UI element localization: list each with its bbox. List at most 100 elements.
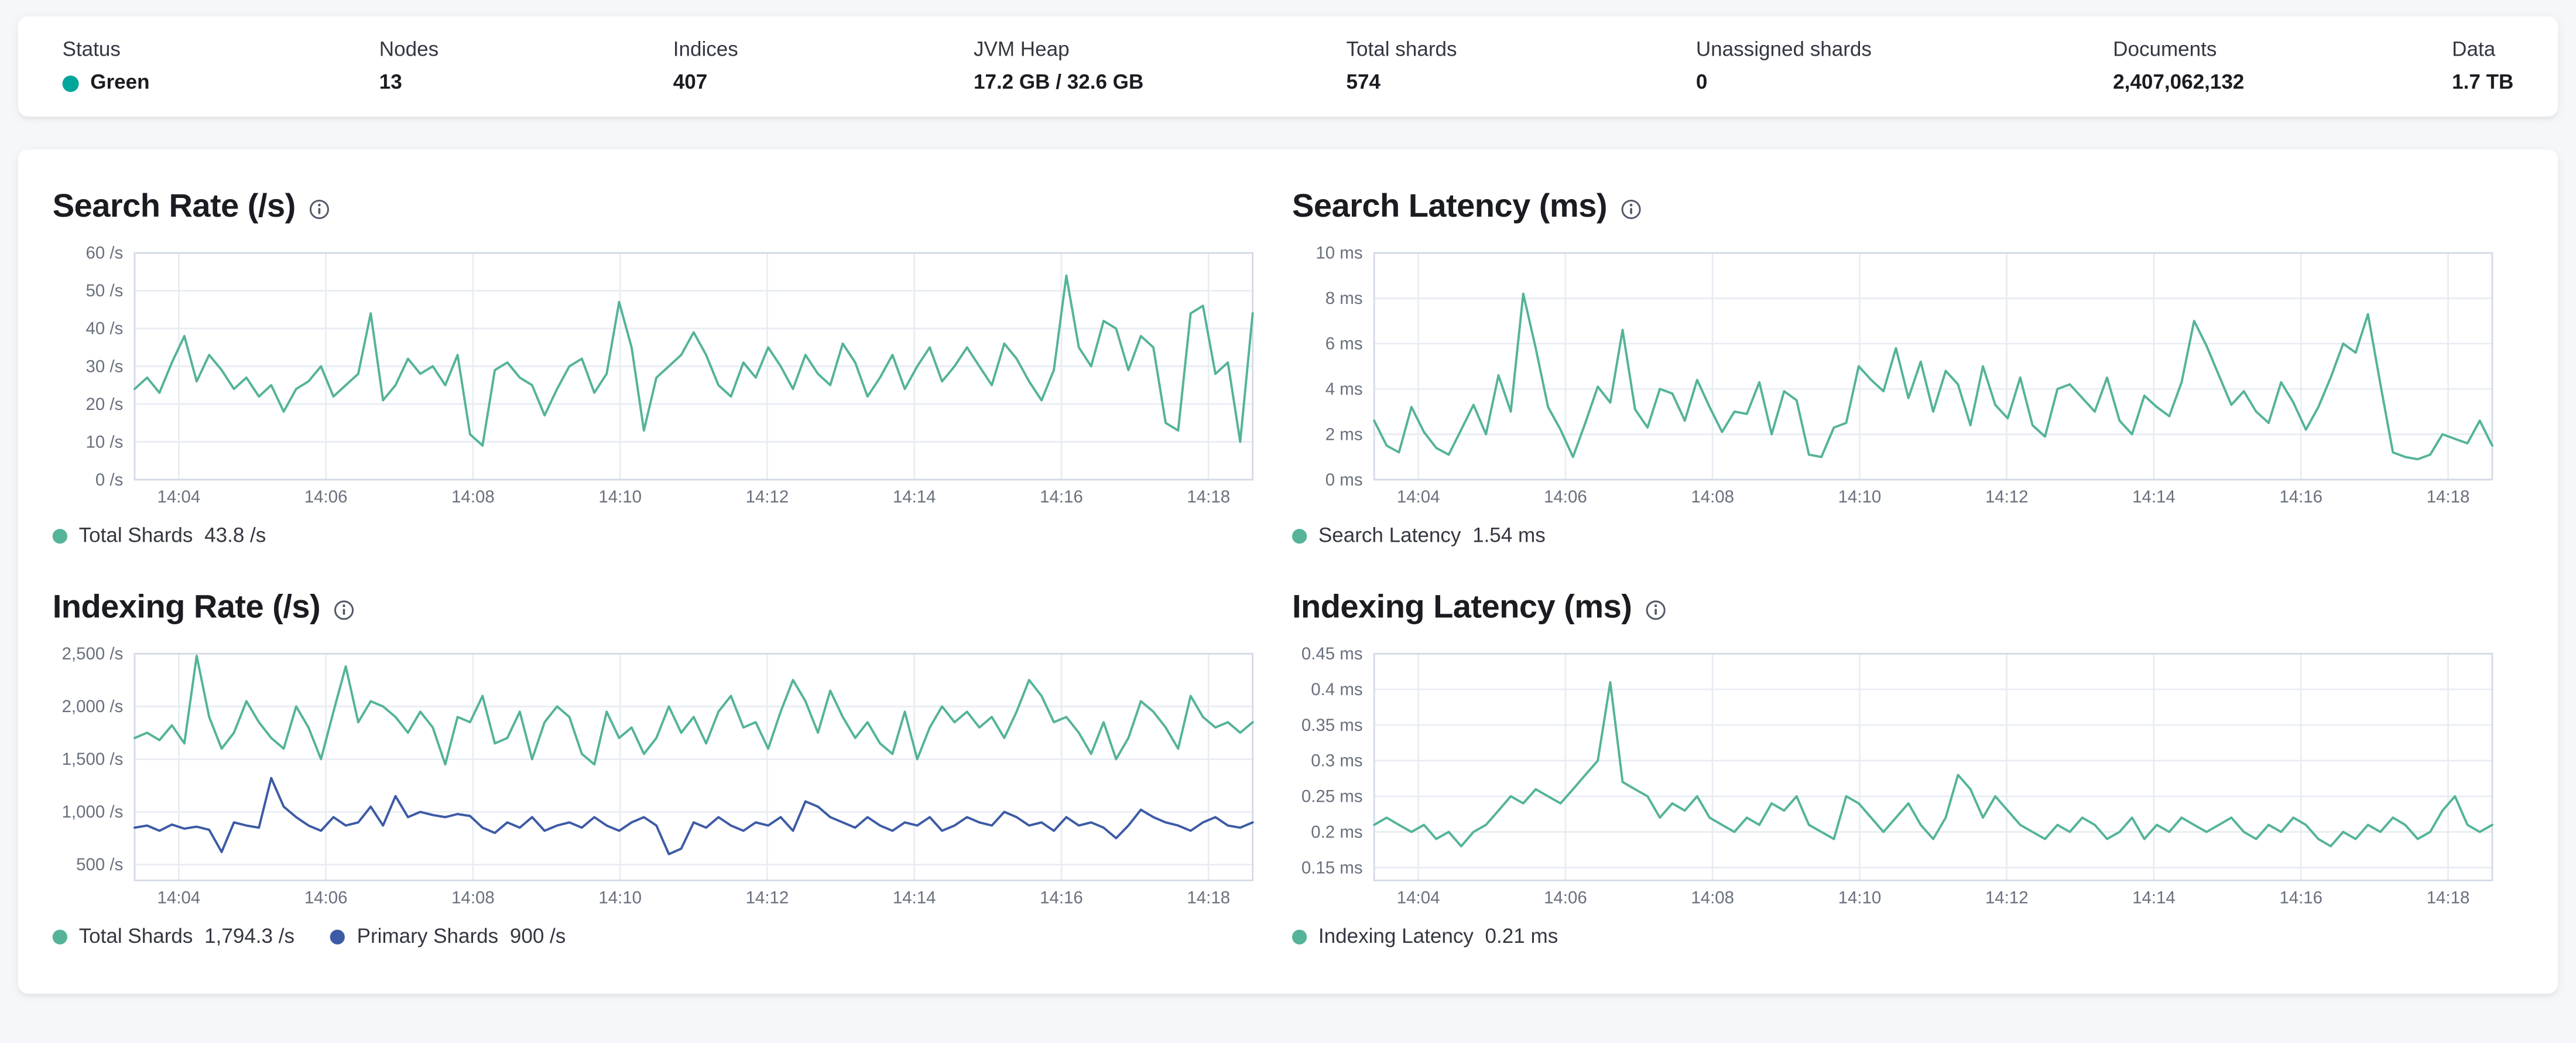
indexing-latency-legend: Indexing Latency 0.21 ms [1292, 925, 2502, 948]
legend-label: Search Latency [1318, 524, 1461, 547]
legend-item: Total Shards 1,794.3 /s [52, 925, 295, 948]
svg-text:60 /s: 60 /s [85, 244, 123, 263]
svg-text:2,000 /s: 2,000 /s [62, 697, 124, 716]
svg-text:4 ms: 4 ms [1325, 379, 1363, 399]
health-dot-icon [62, 74, 79, 91]
svg-text:14:08: 14:08 [1691, 888, 1734, 908]
metric-jvm-heap-value: 17.2 GB / 32.6 GB [973, 70, 1144, 94]
info-icon[interactable] [309, 198, 330, 219]
metric-nodes: Nodes 13 [379, 38, 673, 95]
legend-dot-icon [52, 528, 67, 543]
svg-text:10 /s: 10 /s [85, 432, 123, 452]
metric-data-value: 1.7 TB [2452, 70, 2514, 94]
indexing-rate-title-text: Indexing Rate (/s) [52, 589, 321, 626]
panel-indexing-latency: Indexing Latency (ms) 0.15 ms 0.2 ms 0.25 … [1292, 590, 2502, 948]
legend-value: 900 /s [509, 925, 566, 948]
panel-search-rate: Search Rate (/s) 0 /s 10 /s 20 /s 30 /s 40 /… [52, 189, 1263, 547]
panel-search-latency: Search Latency (ms) 0 ms 2 ms 4 ms 6 ms 8 ms… [1292, 189, 2502, 547]
svg-text:14:12: 14:12 [1985, 888, 2029, 908]
search-latency-title: Search Latency (ms) [1292, 189, 2502, 225]
svg-text:14:12: 14:12 [1985, 487, 2029, 507]
svg-text:14:10: 14:10 [1838, 888, 1882, 908]
svg-text:500 /s: 500 /s [76, 855, 123, 874]
svg-text:0 ms: 0 ms [1325, 470, 1363, 490]
metric-unassigned-shards: Unassigned shards 0 [1696, 38, 2113, 95]
svg-text:14:16: 14:16 [1040, 888, 1083, 908]
search-latency-chart[interactable]: 0 ms 2 ms 4 ms 6 ms 8 ms 10 ms 14:04 14:06 14:08… [1292, 240, 2502, 515]
svg-text:0.25 ms: 0.25 ms [1301, 787, 1363, 806]
info-icon[interactable] [334, 599, 355, 620]
metric-data: Data 1.7 TB [2452, 38, 2513, 95]
svg-text:14:08: 14:08 [451, 487, 495, 507]
metric-total-shards-value: 574 [1346, 70, 1381, 94]
charts-grid: Search Rate (/s) 0 /s 10 /s 20 /s 30 /s 40 /… [52, 189, 2523, 948]
indexing-rate-legend: Total Shards 1,794.3 /s Primary Shards 9… [52, 925, 1263, 948]
svg-text:14:10: 14:10 [598, 487, 642, 507]
info-icon[interactable] [1645, 599, 1666, 620]
indexing-rate-title: Indexing Rate (/s) [53, 590, 1263, 626]
svg-text:0.2 ms: 0.2 ms [1311, 822, 1362, 842]
indexing-rate-chart[interactable]: 500 /s 1,000 /s 1,500 /s 2,000 /s 2,500 /s 14… [53, 641, 1263, 917]
metric-indices-value: 407 [673, 70, 708, 94]
svg-text:14:14: 14:14 [2132, 888, 2176, 908]
metric-status: Status Green [62, 38, 379, 95]
metric-unassigned-shards-label: Unassigned shards [1695, 37, 1872, 61]
metric-total-shards: Total shards 574 [1347, 38, 1696, 95]
indexing-latency-chart[interactable]: 0.15 ms 0.2 ms 0.25 ms 0.3 ms 0.35 ms 0.4 ms 0… [1292, 641, 2502, 917]
legend-dot-icon [330, 929, 345, 944]
search-rate-title-text: Search Rate (/s) [52, 189, 296, 225]
metric-documents-label: Documents [2113, 37, 2217, 61]
svg-text:14:06: 14:06 [304, 888, 348, 908]
legend-item: Indexing Latency 0.21 ms [1292, 925, 1558, 948]
svg-text:30 /s: 30 /s [85, 357, 123, 376]
metric-status-value: Green [62, 71, 379, 95]
search-rate-chart[interactable]: 0 /s 10 /s 20 /s 30 /s 40 /s 50 /s 60 /s 14:04 1… [53, 240, 1263, 515]
svg-text:1,000 /s: 1,000 /s [62, 802, 124, 822]
svg-text:0.3 ms: 0.3 ms [1311, 751, 1362, 771]
svg-text:14:18: 14:18 [2427, 888, 2470, 908]
metric-unassigned-shards-value: 0 [1695, 70, 1708, 94]
svg-text:14:14: 14:14 [893, 888, 936, 908]
metric-total-shards-label: Total shards [1346, 37, 1457, 61]
metric-indices-label: Indices [673, 37, 738, 61]
metric-jvm-heap-label: JVM Heap [973, 37, 1070, 61]
legend-dot-icon [1292, 929, 1307, 944]
svg-text:14:10: 14:10 [598, 888, 642, 908]
legend-value: 0.21 ms [1485, 925, 1558, 948]
svg-text:14:12: 14:12 [746, 487, 789, 507]
info-icon[interactable] [1620, 198, 1641, 219]
legend-label: Total Shards [78, 925, 193, 948]
cluster-summary-bar: Status Green Nodes 13 Indices 407 JVM He… [18, 16, 2558, 117]
legend-value: 1.54 ms [1472, 524, 1546, 547]
svg-text:10 ms: 10 ms [1316, 244, 1362, 263]
metric-data-label: Data [2452, 37, 2496, 61]
svg-text:0.45 ms: 0.45 ms [1301, 644, 1363, 664]
legend-dot-icon [1292, 528, 1307, 543]
svg-text:14:14: 14:14 [2132, 487, 2176, 507]
svg-text:0 /s: 0 /s [95, 470, 123, 490]
page: Status Green Nodes 13 Indices 407 JVM He… [0, 0, 2576, 1010]
svg-text:14:12: 14:12 [746, 888, 789, 908]
panel-indexing-rate: Indexing Rate (/s) 500 /s 1,000 /s 1,500 /… [52, 590, 1263, 948]
legend-value: 1,794.3 /s [204, 925, 295, 948]
legend-label: Total Shards [78, 524, 193, 547]
search-latency-legend: Search Latency 1.54 ms [1292, 524, 2502, 547]
indexing-latency-title: Indexing Latency (ms) [1292, 590, 2502, 626]
svg-text:40 /s: 40 /s [85, 319, 123, 338]
metric-nodes-value: 13 [379, 70, 402, 94]
svg-text:0.15 ms: 0.15 ms [1301, 858, 1363, 877]
svg-text:14:16: 14:16 [2279, 888, 2322, 908]
svg-text:14:04: 14:04 [1397, 888, 1440, 908]
indexing-latency-title-text: Indexing Latency (ms) [1292, 589, 1632, 626]
metric-indices: Indices 407 [673, 38, 974, 95]
legend-value: 43.8 /s [204, 524, 266, 547]
svg-text:14:06: 14:06 [1544, 888, 1587, 908]
svg-text:14:16: 14:16 [1040, 487, 1083, 507]
svg-text:14:06: 14:06 [304, 487, 348, 507]
svg-text:8 ms: 8 ms [1325, 289, 1363, 308]
metric-documents: Documents 2,407,062,132 [2113, 38, 2441, 95]
svg-text:6 ms: 6 ms [1325, 334, 1363, 354]
svg-text:14:04: 14:04 [157, 487, 201, 507]
svg-text:14:06: 14:06 [1544, 487, 1587, 507]
svg-text:14:08: 14:08 [451, 888, 495, 908]
